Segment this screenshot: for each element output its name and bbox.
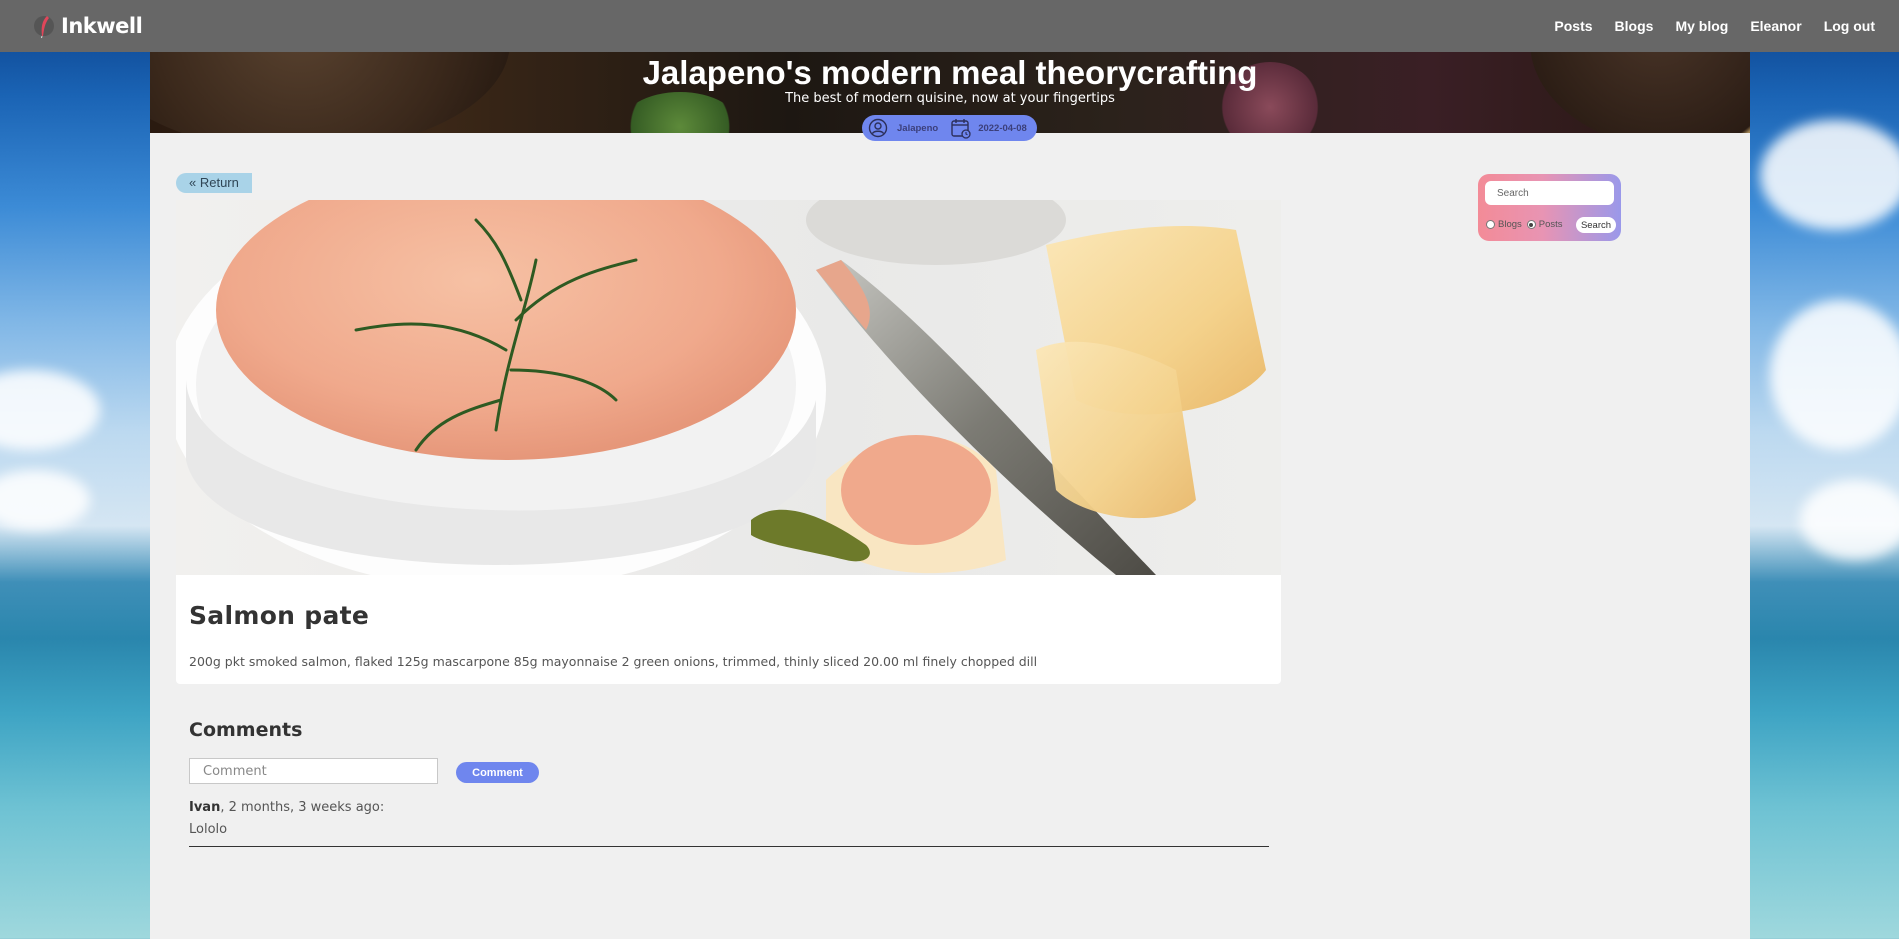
backdrop-cloud [1760,120,1899,230]
search-scope: Blogs Posts [1486,219,1568,230]
radio-posts[interactable] [1526,220,1536,229]
comment-input[interactable] [189,758,438,784]
post-meta-pill: Jalapeno 2022-04-08 [862,115,1037,141]
brand[interactable]: Inkwell [33,13,143,39]
nav-link-my-blog[interactable]: My blog [1675,18,1728,34]
post-author: Jalapeno [897,122,939,134]
nav-link-blogs[interactable]: Blogs [1615,18,1654,34]
post-card: Salmon pate 200g pkt smoked salmon, flak… [176,575,1281,684]
comment-time: , 2 months, 3 weeks ago: [220,800,385,815]
comment-text: Lololo [189,822,228,837]
comment-meta: Ivan, 2 months, 3 weeks ago: [189,800,384,815]
calendar-icon [951,119,971,139]
blog-subtitle: The best of modern quisine, now at your … [785,91,1115,106]
backdrop-cloud [0,470,90,530]
comment-divider [189,846,1269,847]
return-button[interactable]: « Return [176,173,252,193]
quill-logo-icon [34,16,54,39]
search-widget: Blogs Posts Search [1478,174,1621,241]
main-column: Jalapeno's modern meal theorycrafting Th… [150,52,1750,939]
backdrop-cloud [1800,480,1899,560]
user-icon [868,118,888,138]
blog-title: Jalapeno's modern meal theorycrafting [642,54,1258,91]
radio-posts-label: Posts [1538,219,1563,230]
post-hero-image [176,200,1281,575]
top-navigation: Inkwell Posts Blogs My blog Eleanor Log … [0,0,1899,52]
comments-heading: Comments [189,719,303,741]
post-date: 2022-04-08 [978,122,1027,134]
backdrop-cloud [1770,300,1899,450]
post-body: 200g pkt smoked salmon, flaked 125g masc… [189,654,1038,669]
nav-link-posts[interactable]: Posts [1554,18,1592,34]
comment-author: Ivan [189,800,221,815]
radio-blogs[interactable] [1486,220,1495,229]
brand-name: Inkwell [61,14,143,38]
nav-link-user-profile[interactable]: Eleanor [1750,18,1801,34]
nav-link-log-out[interactable]: Log out [1824,18,1875,34]
salmon-pate-illustration [176,200,1266,575]
post-title: Salmon pate [189,601,370,630]
comment-submit-button[interactable]: Comment [456,762,539,783]
radio-blogs-label: Blogs [1498,219,1522,230]
nav-links: Posts Blogs My blog Eleanor Log out [1554,18,1875,34]
backdrop-cloud [0,370,100,450]
search-input[interactable] [1485,181,1614,205]
search-button[interactable]: Search [1576,217,1616,233]
